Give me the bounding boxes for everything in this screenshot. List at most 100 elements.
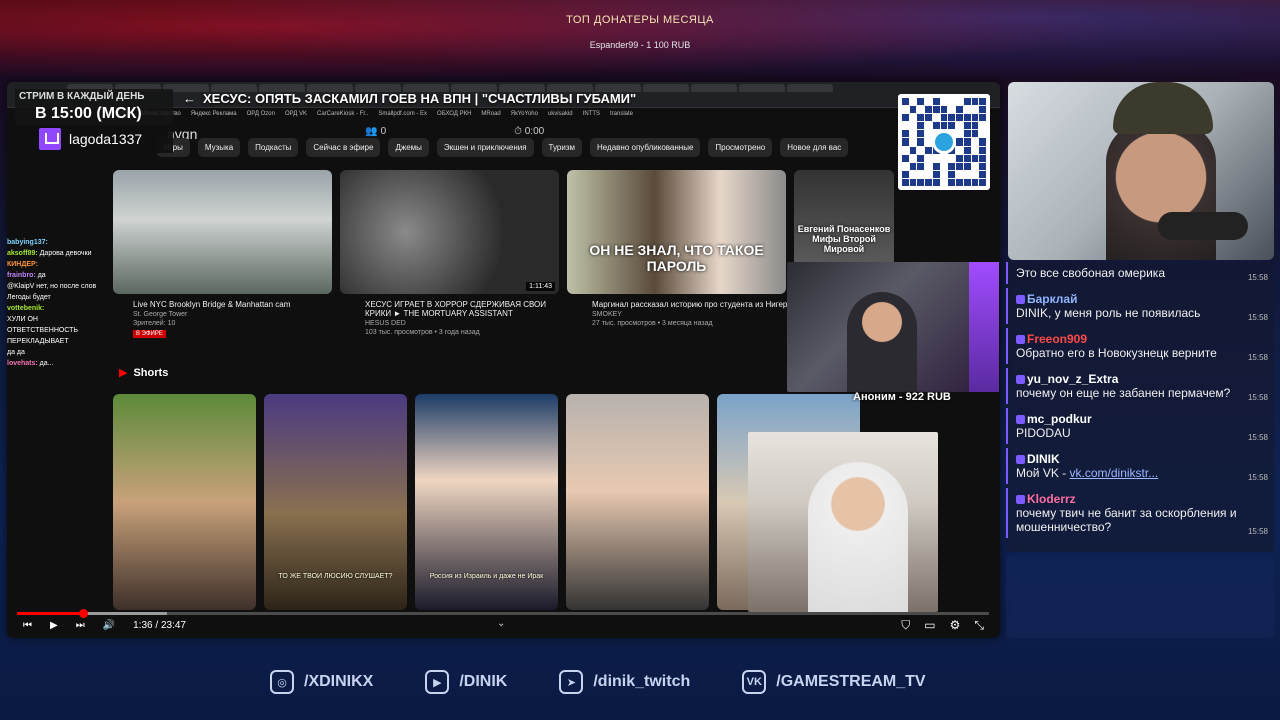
bookmark-item[interactable]: CarCareKiosk - Fr.. xyxy=(317,111,368,121)
previous-icon[interactable]: ⏮ xyxy=(23,620,32,631)
social-link[interactable]: ▶ /DINIK xyxy=(425,670,507,694)
video-meta: Маргинал рассказал историю про студента … xyxy=(592,300,797,327)
category-chip[interactable]: Подкасты xyxy=(248,138,299,157)
short-thumbnail[interactable]: Россия из Израиль и даже не Ирак xyxy=(415,394,558,610)
user-badge-icon xyxy=(1016,415,1025,425)
social-link[interactable]: ➤ /dinik_twitch xyxy=(559,670,690,694)
user-badge-icon xyxy=(1016,455,1025,465)
bookmark-item[interactable]: ukvisakid xyxy=(548,111,573,121)
category-chip[interactable]: Новое для вас xyxy=(780,138,849,157)
video-thumbnail[interactable]: 1:11:43 xyxy=(340,170,559,294)
shield-icon[interactable]: ⛉ xyxy=(901,618,910,633)
category-chip[interactable]: Джемы xyxy=(388,138,429,157)
reaction-webcam xyxy=(748,432,938,612)
bookmark-item[interactable]: Яндекс Реклама xyxy=(191,111,237,121)
chat-username[interactable]: Freeon909 xyxy=(1016,332,1266,346)
twitch-username: lagoda1337 xyxy=(69,131,143,147)
mini-chat-line: @KlaipV нет, но после слов xyxy=(7,283,97,290)
chat-username[interactable]: yu_nov_z_Extra xyxy=(1016,372,1266,386)
fullscreen-exit-icon[interactable]: ⤡ xyxy=(974,618,984,633)
twitch-badge: lagoda1337 xyxy=(15,125,173,153)
video-meta-title[interactable]: Live NYC Brooklyn Bridge & Manhattan cam xyxy=(133,300,338,309)
video-meta-channel[interactable]: St. George Tower xyxy=(133,311,338,318)
short-thumbnail[interactable] xyxy=(113,394,256,610)
chat-timestamp: 15:58 xyxy=(1247,273,1268,282)
chevron-down-icon[interactable]: ⌄ xyxy=(497,618,505,629)
chat-text: почему твич не банит за оскорбления и мо… xyxy=(1016,506,1237,534)
telegram-qr-code xyxy=(898,94,990,190)
chat-text: DINIK, у меня роль не появилась xyxy=(1016,306,1201,320)
chat-message: Kloderrz почему твич не банит за оскорбле… xyxy=(1006,488,1274,538)
video-thumbnail[interactable] xyxy=(113,170,332,294)
chat-text: почему он еще не забанен пермачем? xyxy=(1016,386,1231,400)
chat-text: PIDODAU xyxy=(1016,426,1071,440)
social-link[interactable]: ◎ /XDINIKX xyxy=(270,670,373,694)
volume-icon[interactable]: 🔊 xyxy=(103,620,115,631)
next-icon[interactable]: ⏭ xyxy=(76,620,85,631)
mini-chat-overlay: babying137: aksoff89: Дарова девочки КИНД… xyxy=(7,237,111,369)
shorts-icon: ▶ xyxy=(119,367,128,379)
play-icon[interactable]: ▶ xyxy=(50,620,58,631)
schedule-time: В 15:00 (МСК) xyxy=(35,105,142,122)
category-chips: Игры Музыка Подкасты Сейчас в эфире Джемы Экш… xyxy=(157,138,849,157)
chat-username[interactable]: Kloderrz xyxy=(1016,492,1266,506)
video-progress-bar[interactable] xyxy=(17,609,989,618)
bookmark-item[interactable]: INTTS xyxy=(583,111,600,121)
short-thumbnail[interactable] xyxy=(566,394,709,610)
category-chip[interactable]: Музыка xyxy=(197,138,241,157)
bookmark-item[interactable]: Smallpdf.com - Ex xyxy=(378,111,427,121)
bookmark-item[interactable]: ОБХОД РКН xyxy=(437,111,471,121)
social-link[interactable]: VK/GAMESTREAM_TV xyxy=(742,670,926,694)
video-meta-channel[interactable]: SMOKEY xyxy=(592,311,797,318)
chat-link[interactable]: vk.com/dinikstr... xyxy=(1070,466,1159,480)
chat-message: DINIK Мой VK - vk.com/dinikstr... 15:58 xyxy=(1006,448,1274,484)
mini-chat-line: ОТВЕТСТВЕННОСТЬ xyxy=(7,327,79,334)
chat-timestamp: 15:58 xyxy=(1247,473,1268,482)
time-display: 1:36 / 23:47 xyxy=(133,620,186,631)
category-chip[interactable]: Сейчас в эфире xyxy=(306,138,381,157)
subtitles-icon[interactable]: ▭ xyxy=(924,618,935,633)
bookmark-item[interactable]: MRoad xyxy=(481,111,500,121)
short-thumbnail[interactable]: ТО ЖЕ ТВОИ ЛЮСИЮ СЛУШАЕТ? xyxy=(264,394,407,610)
chat-timestamp: 15:58 xyxy=(1247,353,1268,362)
short-subtitle: Россия из Израиль и даже не Ирак xyxy=(429,573,544,580)
social-links: ◎ /XDINIKX ▶ /DINIK ➤ /dinik_twitch VK/GAMESTR… xyxy=(270,670,926,694)
schedule-heading: СТРИМ В КАЖДЫЙ ДЕНЬ xyxy=(19,91,145,102)
settings-icon[interactable]: ⚙ xyxy=(950,618,961,633)
video-meta-channel[interactable]: HESUS DED xyxy=(365,320,570,327)
top-donors-panel: ТОП ДОНАТЕРЫ МЕСЯЦА Espander99 - 1 100 R… xyxy=(560,14,720,50)
category-chip[interactable]: Недавно опубликованные xyxy=(589,138,701,157)
user-badge-icon xyxy=(1016,495,1025,505)
mini-chat-line: vottebenik: xyxy=(7,305,45,312)
chat-username[interactable]: DINIK xyxy=(1016,452,1266,466)
bookmark-item[interactable]: translate xyxy=(610,111,633,121)
guest-webcam xyxy=(787,262,999,392)
bookmark-item[interactable]: ОРД VK xyxy=(285,111,307,121)
chat-username[interactable]: Барклай xyxy=(1016,292,1266,306)
category-chip[interactable]: Экшен и приключения xyxy=(436,138,534,157)
chat-timestamp: 15:58 xyxy=(1247,527,1268,536)
thumbnail-caption: ОН НЕ ЗНАЛ, ЧТО ТАКОЕ ПАРОЛЬ xyxy=(589,242,764,274)
video-meta-title[interactable]: Маргинал рассказал историю про студента … xyxy=(592,300,797,309)
chat-timestamp: 15:58 xyxy=(1247,313,1268,322)
player-controls-left: ⏮ ▶ ⏭ 🔊 1:36 / 23:47 xyxy=(23,620,186,631)
chat-panel-bottom xyxy=(1006,556,1274,638)
main-video-frame[interactable]: YepShopМинистерствоЯндекс РекламаОРД Ozo… xyxy=(7,82,1000,638)
arrow-left-icon[interactable]: ← xyxy=(183,91,196,106)
video-meta-title[interactable]: ХЕСУС ИГРАЕТ В ХОРРОР СДЕРЖИВАЯ СВОИ КРИ… xyxy=(365,300,570,318)
telegram-icon xyxy=(932,130,956,154)
mini-chat-line: да да xyxy=(7,349,25,356)
bookmark-item[interactable]: ЯкYoYoho xyxy=(511,111,538,121)
video-thumbnail[interactable]: ОН НЕ ЗНАЛ, ЧТО ТАКОЕ ПАРОЛЬ xyxy=(567,170,786,294)
chat-username[interactable]: mc_podkur xyxy=(1016,412,1266,426)
category-chip[interactable]: Просмотрено xyxy=(708,138,773,157)
live-badge: В ЭФИРЕ xyxy=(133,330,166,338)
social-label: /dinik_twitch xyxy=(593,673,691,690)
bookmark-item[interactable]: ОРД Ozon xyxy=(247,111,275,121)
chat-message: Freeon909 Обратно его в Новокузнецк верни… xyxy=(1006,328,1274,364)
mini-chat-line: ХУЛИ ОН xyxy=(7,316,38,323)
progress-knob[interactable] xyxy=(79,609,89,618)
category-chip[interactable]: Туризм xyxy=(541,138,582,157)
chat-timestamp: 15:58 xyxy=(1247,393,1268,402)
mini-chat-line: babying137: xyxy=(7,239,48,246)
